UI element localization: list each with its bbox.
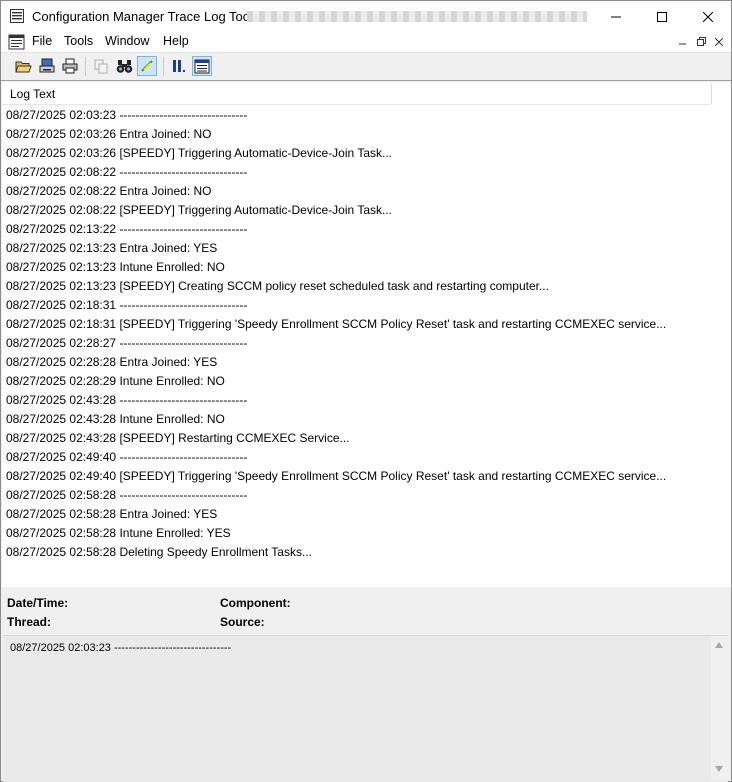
- child-close-button[interactable]: [712, 35, 726, 48]
- minimize-icon: [611, 16, 621, 17]
- log-row[interactable]: 08/27/2025 02:58:28 --------------------…: [6, 486, 666, 505]
- restore-icon: [696, 37, 706, 46]
- component-label: Component:: [220, 596, 291, 610]
- log-row[interactable]: 08/27/2025 02:13:23 Entra Joined: YES: [6, 239, 666, 258]
- log-row[interactable]: 08/27/2025 02:58:28 Deleting Speedy Enro…: [6, 543, 666, 562]
- toolbar: [1, 53, 731, 81]
- filter-icon: [194, 59, 210, 73]
- close-icon: [715, 37, 723, 46]
- pause-button[interactable]: [169, 56, 189, 76]
- source-label: Source:: [220, 615, 265, 629]
- print-preview-button[interactable]: [37, 56, 57, 76]
- log-rows: 08/27/2025 02:03:23 --------------------…: [6, 106, 666, 562]
- highlight-button[interactable]: [137, 56, 157, 76]
- print-icon: [62, 58, 78, 74]
- detail-scrollbar[interactable]: [711, 636, 728, 780]
- copy-icon: [94, 59, 107, 73]
- toolbar-separator: [85, 57, 86, 76]
- log-row[interactable]: 08/27/2025 02:08:22 Entra Joined: NO: [6, 182, 666, 201]
- log-row[interactable]: 08/27/2025 02:03:26 Entra Joined: NO: [6, 125, 666, 144]
- column-divider[interactable]: [711, 84, 712, 104]
- log-row[interactable]: 08/27/2025 02:58:28 Intune Enrolled: YES: [6, 524, 666, 543]
- log-row[interactable]: 08/27/2025 02:03:23 --------------------…: [6, 106, 666, 125]
- log-row[interactable]: 08/27/2025 02:13:23 [SPEEDY] Creating SC…: [6, 277, 666, 296]
- filter-button[interactable]: [192, 56, 212, 76]
- log-row[interactable]: 08/27/2025 02:49:40 --------------------…: [6, 448, 666, 467]
- find-button[interactable]: [114, 56, 134, 76]
- redacted-title-segment: [247, 11, 587, 22]
- log-row[interactable]: 08/27/2025 02:08:22 [SPEEDY] Triggering …: [6, 201, 666, 220]
- log-row[interactable]: 08/27/2025 02:28:27 --------------------…: [6, 334, 666, 353]
- menu-file[interactable]: File: [32, 34, 52, 48]
- pause-icon: [172, 60, 185, 72]
- log-row[interactable]: 08/27/2025 02:28:28 Entra Joined: YES: [6, 353, 666, 372]
- app-window: Configuration Manager Trace Log Tool - F…: [0, 0, 732, 782]
- log-column-header[interactable]: Log Text: [2, 82, 711, 105]
- title-bar: Configuration Manager Trace Log Tool -: [1, 1, 731, 32]
- menu-window[interactable]: Window: [105, 34, 149, 48]
- log-row[interactable]: 08/27/2025 02:03:26 [SPEEDY] Triggering …: [6, 144, 666, 163]
- child-restore-button[interactable]: [694, 35, 708, 48]
- child-minimize-button[interactable]: [676, 35, 690, 48]
- print-button[interactable]: [60, 56, 80, 76]
- document-menu-icon[interactable]: [8, 34, 25, 50]
- entry-detail-box[interactable]: 08/27/2025 02:03:23 --------------------…: [3, 635, 728, 782]
- menu-help[interactable]: Help: [163, 34, 189, 48]
- details-pane: Date/Time: Component: Thread: Source: 08…: [2, 588, 731, 782]
- entry-detail-text: 08/27/2025 02:03:23 --------------------…: [10, 642, 232, 654]
- minimize-button[interactable]: [593, 1, 639, 32]
- close-icon: [703, 11, 713, 22]
- log-row[interactable]: 08/27/2025 02:13:23 Intune Enrolled: NO: [6, 258, 666, 277]
- scroll-up-arrow-icon[interactable]: [715, 642, 723, 648]
- menu-tools[interactable]: Tools: [64, 34, 93, 48]
- log-list[interactable]: Log Text 08/27/2025 02:03:23 -----------…: [2, 82, 731, 587]
- minimize-icon: [679, 43, 686, 44]
- thread-label: Thread:: [7, 615, 52, 629]
- print-preview-icon: [39, 58, 55, 73]
- app-icon: [10, 9, 24, 23]
- log-column-title: Log Text: [10, 87, 56, 101]
- log-row[interactable]: 08/27/2025 02:18:31 --------------------…: [6, 296, 666, 315]
- log-row[interactable]: 08/27/2025 02:28:29 Intune Enrolled: NO: [6, 372, 666, 391]
- maximize-icon: [657, 11, 667, 22]
- log-row[interactable]: 08/27/2025 02:08:22 --------------------…: [6, 163, 666, 182]
- open-folder-icon: [14, 61, 32, 72]
- log-row[interactable]: 08/27/2025 02:43:28 [SPEEDY] Restarting …: [6, 429, 666, 448]
- scroll-down-arrow-icon[interactable]: [715, 766, 723, 772]
- datetime-label: Date/Time:: [7, 596, 69, 610]
- find-icon: [116, 59, 132, 73]
- highlight-icon: [141, 60, 153, 72]
- copy-button[interactable]: [91, 56, 111, 76]
- maximize-button[interactable]: [639, 1, 685, 32]
- menu-bar: File Tools Window Help: [1, 32, 731, 53]
- log-row[interactable]: 08/27/2025 02:49:40 [SPEEDY] Triggering …: [6, 467, 666, 486]
- window-title: Configuration Manager Trace Log Tool -: [32, 9, 261, 24]
- log-row[interactable]: 08/27/2025 02:58:28 Entra Joined: YES: [6, 505, 666, 524]
- open-button[interactable]: [13, 56, 33, 76]
- toolbar-separator: [163, 57, 164, 76]
- log-row[interactable]: 08/27/2025 02:18:31 [SPEEDY] Triggering …: [6, 315, 666, 334]
- log-row[interactable]: 08/27/2025 02:13:22 --------------------…: [6, 220, 666, 239]
- close-button[interactable]: [685, 1, 731, 32]
- log-row[interactable]: 08/27/2025 02:43:28 Intune Enrolled: NO: [6, 410, 666, 429]
- log-row[interactable]: 08/27/2025 02:43:28 --------------------…: [6, 391, 666, 410]
